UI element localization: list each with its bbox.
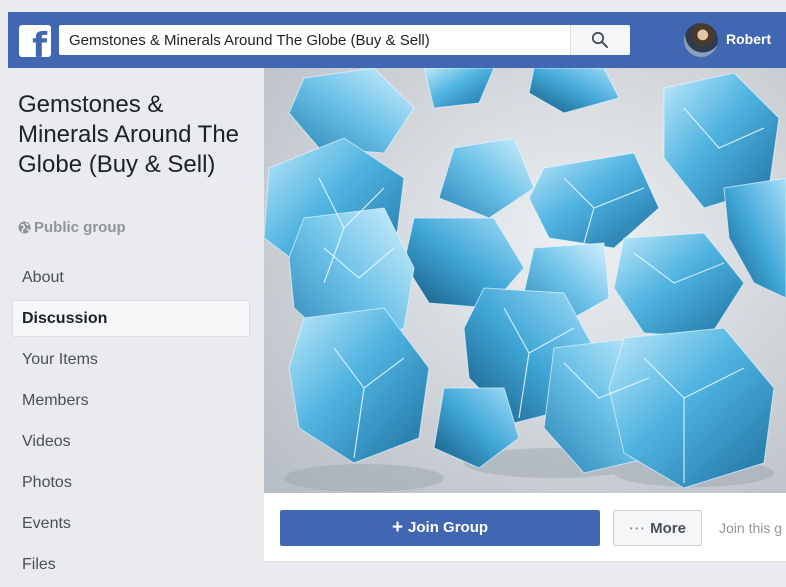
plus-icon: + <box>391 517 404 538</box>
sidebar-item-your-items[interactable]: Your Items <box>12 341 250 378</box>
join-hint-text: Join this g <box>719 520 783 536</box>
profile-name[interactable]: Robert <box>726 31 771 47</box>
search-bar <box>59 25 630 55</box>
sidebar-item-discussion[interactable]: Discussion <box>12 300 250 337</box>
join-group-button[interactable]: + Join Group <box>280 510 600 546</box>
more-label: More <box>650 520 686 537</box>
group-privacy-label: Public group <box>18 219 126 236</box>
group-sidebar: Gemstones & Minerals Around The Globe (B… <box>8 68 254 574</box>
join-group-label: Join Group <box>408 519 489 536</box>
sidebar-item-videos[interactable]: Videos <box>12 423 250 460</box>
avatar[interactable] <box>684 23 718 57</box>
search-button[interactable] <box>570 25 630 55</box>
facebook-logo-letter: f <box>32 26 47 57</box>
facebook-logo-icon[interactable]: f <box>19 25 51 57</box>
group-action-bar: + Join Group ··· More Join this g <box>264 493 786 562</box>
cover-photo-image <box>264 68 786 493</box>
group-nav: About Discussion Your Items Members Vide… <box>12 259 250 587</box>
search-input[interactable] <box>69 25 574 55</box>
top-bar-area: f Robert <box>0 0 786 68</box>
sidebar-item-photos[interactable]: Photos <box>12 464 250 501</box>
ellipsis-icon: ··· <box>629 520 647 536</box>
sidebar-item-members[interactable]: Members <box>12 382 250 419</box>
sidebar-item-events[interactable]: Events <box>12 505 250 542</box>
group-privacy-text: Public group <box>34 219 126 236</box>
sidebar-item-files[interactable]: Files <box>12 546 250 583</box>
blue-header-bar: f Robert <box>8 12 786 68</box>
group-title[interactable]: Gemstones & Minerals Around The Globe (B… <box>18 90 243 180</box>
sidebar-item-about[interactable]: About <box>12 259 250 296</box>
more-button[interactable]: ··· More <box>613 510 702 546</box>
cover-photo[interactable] <box>264 68 786 493</box>
globe-icon <box>18 221 31 234</box>
search-icon <box>591 31 608 48</box>
